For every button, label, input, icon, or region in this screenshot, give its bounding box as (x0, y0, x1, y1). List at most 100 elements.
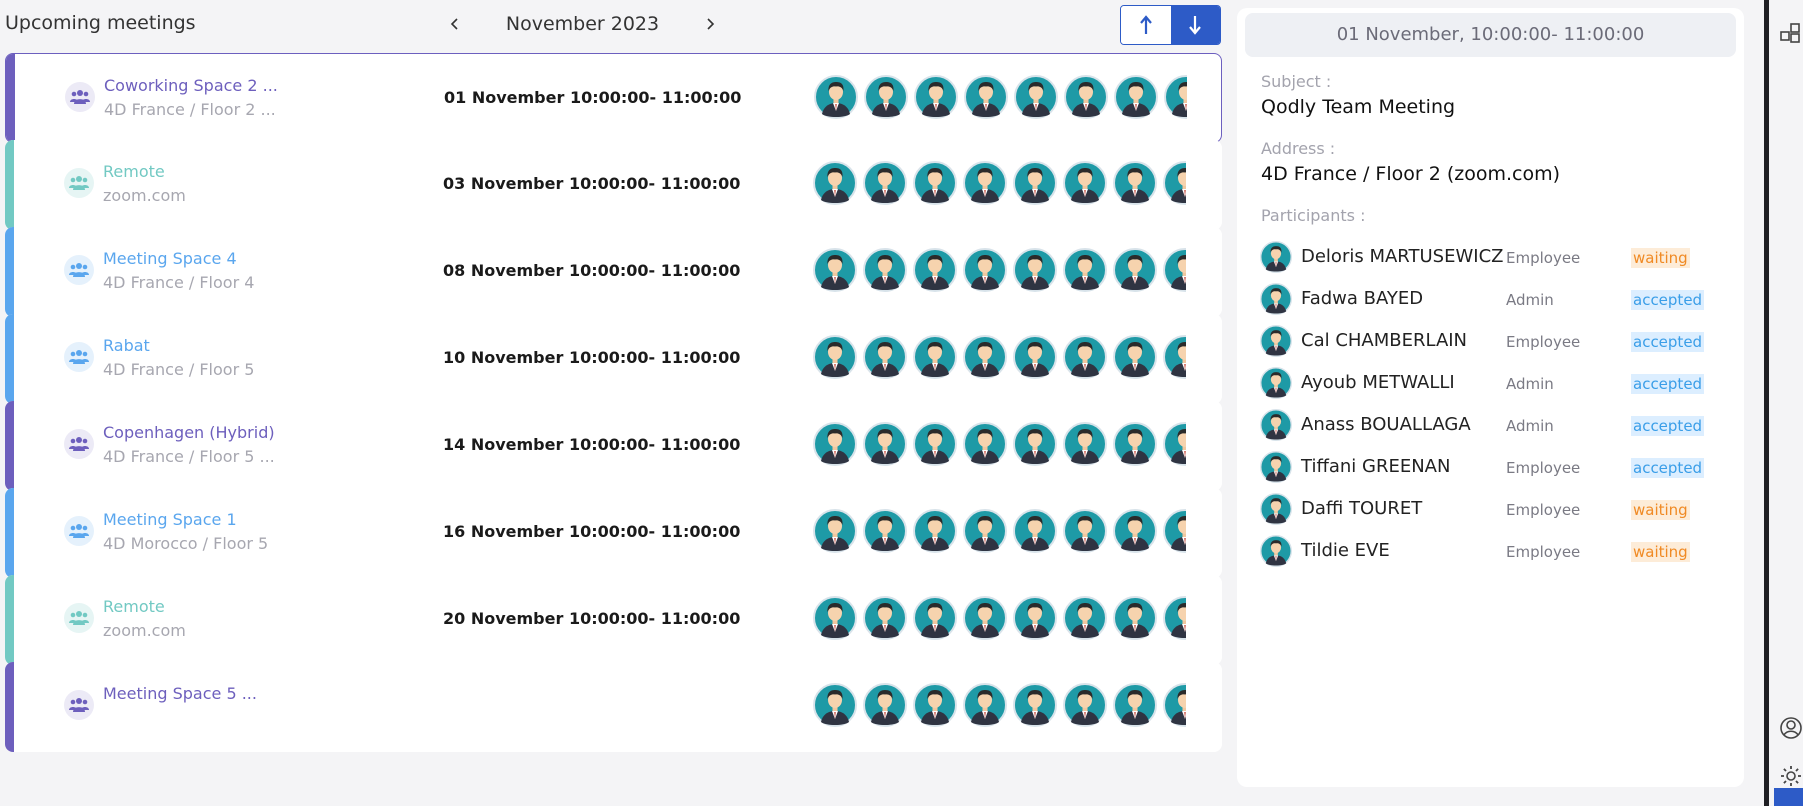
room-name: Coworking Space 2 ... (104, 76, 278, 95)
meeting-color-bar (6, 54, 15, 142)
next-month-button[interactable] (698, 12, 722, 36)
room-name: Meeting Space 4 (103, 249, 237, 268)
meeting-row[interactable]: Meeting Space 1 4D Morocco / Floor 5 16 No… (5, 488, 1222, 578)
participant-row: Anass BOUALLAGA Admin accepted (1260, 407, 1720, 443)
participant-role: Admin (1506, 417, 1554, 435)
room-name: Remote (103, 162, 165, 181)
room-address: 4D France / Floor 4 (103, 273, 255, 292)
participant-row: Daffi TOURET Employee waiting (1260, 491, 1720, 527)
avatar (913, 161, 957, 205)
participant-name: Fadwa BAYED (1301, 288, 1424, 309)
meeting-color-bar (5, 140, 14, 230)
status-badge: waiting (1631, 500, 1690, 520)
meeting-row[interactable]: Copenhagen (Hybrid) 4D France / Floor 5 .… (5, 401, 1222, 491)
avatar (964, 75, 1008, 119)
avatar (1260, 535, 1292, 567)
avatar (1063, 596, 1107, 640)
avatar (963, 683, 1007, 727)
meeting-row[interactable]: Coworking Space 2 ... 4D France / Floor 2… (5, 53, 1222, 143)
gear-icon[interactable] (1779, 764, 1803, 788)
room-address: zoom.com (103, 186, 186, 205)
status-badge: accepted (1631, 416, 1705, 436)
group-icon (64, 516, 94, 546)
user-circle-icon[interactable] (1779, 716, 1803, 740)
room-address: zoom.com (103, 621, 186, 640)
meeting-color-bar (5, 227, 14, 317)
avatar (1063, 161, 1107, 205)
avatar (1163, 161, 1186, 205)
meeting-row[interactable]: Rabat 4D France / Floor 5 10 November 10:0… (5, 314, 1222, 404)
app: Upcoming meetings November 2023 Coworkin… (0, 0, 1803, 806)
participant-row: Tiffani GREENAN Employee accepted (1260, 449, 1720, 485)
avatar (1260, 451, 1292, 483)
room-address: 4D France / Floor 2 ... (104, 100, 276, 119)
group-icon (64, 342, 94, 372)
room-name: Remote (103, 597, 165, 616)
sort-ascending-button[interactable] (1121, 6, 1171, 44)
meeting-row[interactable]: Meeting Space 4 4D France / Floor 4 08 Nov… (5, 227, 1222, 317)
subject-label: Subject : (1261, 72, 1332, 91)
avatar (913, 683, 957, 727)
avatar (963, 161, 1007, 205)
avatar (863, 683, 907, 727)
avatar (1260, 409, 1292, 441)
avatar (1063, 335, 1107, 379)
participant-role: Employee (1506, 249, 1581, 267)
meeting-color-bar (5, 401, 14, 491)
room-name: Meeting Space 5 ... (103, 684, 257, 703)
avatar (813, 248, 857, 292)
meeting-detail-panel: 01 November, 10:00:00- 11:00:00 Subject … (1237, 8, 1744, 787)
status-badge: waiting (1631, 542, 1690, 562)
avatar (813, 335, 857, 379)
status-badge: accepted (1631, 290, 1705, 310)
address-label: Address : (1261, 139, 1336, 158)
participant-avatars (813, 509, 1186, 555)
avatar (1063, 422, 1107, 466)
avatar (1163, 509, 1186, 553)
participant-name: Deloris MARTUSEWICZ (1301, 246, 1504, 267)
avatar (863, 248, 907, 292)
address-value: 4D France / Floor 2 (zoom.com) (1261, 163, 1561, 185)
meeting-time: 16 November 10:00:00- 11:00:00 (443, 522, 741, 541)
participant-avatars (813, 683, 1186, 729)
participant-name: Ayoub METWALLI (1301, 372, 1455, 393)
avatar (1163, 248, 1186, 292)
avatar (813, 596, 857, 640)
participant-avatars (813, 335, 1186, 381)
room-name: Copenhagen (Hybrid) (103, 423, 275, 442)
group-icon (64, 429, 94, 459)
group-icon (64, 603, 94, 633)
avatar (1113, 422, 1157, 466)
avatar (1260, 367, 1292, 399)
participant-row: Tildie EVE Employee waiting (1260, 533, 1720, 569)
meeting-row[interactable]: Meeting Space 5 ... (5, 662, 1222, 752)
participant-avatars (813, 422, 1186, 468)
avatar (1013, 335, 1057, 379)
meeting-time: 01 November 10:00:00- 11:00:00 (444, 88, 742, 107)
participant-row: Fadwa BAYED Admin accepted (1260, 281, 1720, 317)
chevron-left-icon (450, 18, 458, 30)
participant-role: Admin (1506, 375, 1554, 393)
meeting-row[interactable]: Remote zoom.com 20 November 10:00:00- 11:0… (5, 575, 1222, 665)
meeting-time: 08 November 10:00:00- 11:00:00 (443, 261, 741, 280)
meetings-list: Coworking Space 2 ... 4D France / Floor 2… (5, 53, 1222, 790)
room-address: 4D Morocco / Floor 5 (103, 534, 269, 553)
subject-value: Qodly Team Meeting (1261, 96, 1456, 118)
participant-avatars (813, 248, 1186, 294)
prev-month-button[interactable] (443, 12, 467, 36)
group-icon (64, 690, 94, 720)
meeting-row[interactable]: Remote zoom.com 03 November 10:00:00- 11:0… (5, 140, 1222, 230)
participant-name: Anass BOUALLAGA (1301, 414, 1471, 435)
widgets-icon[interactable] (1779, 22, 1803, 46)
sort-descending-button[interactable] (1170, 6, 1220, 44)
status-badge: waiting (1631, 248, 1690, 268)
participant-row: Cal CHAMBERLAIN Employee accepted (1260, 323, 1720, 359)
room-name: Meeting Space 1 (103, 510, 237, 529)
avatar (1063, 248, 1107, 292)
meetings-panel: Upcoming meetings November 2023 Coworkin… (0, 0, 1230, 790)
avatar (1113, 683, 1157, 727)
avatar (1113, 596, 1157, 640)
avatar (863, 509, 907, 553)
participant-name: Cal CHAMBERLAIN (1301, 330, 1468, 351)
avatar (1014, 75, 1058, 119)
